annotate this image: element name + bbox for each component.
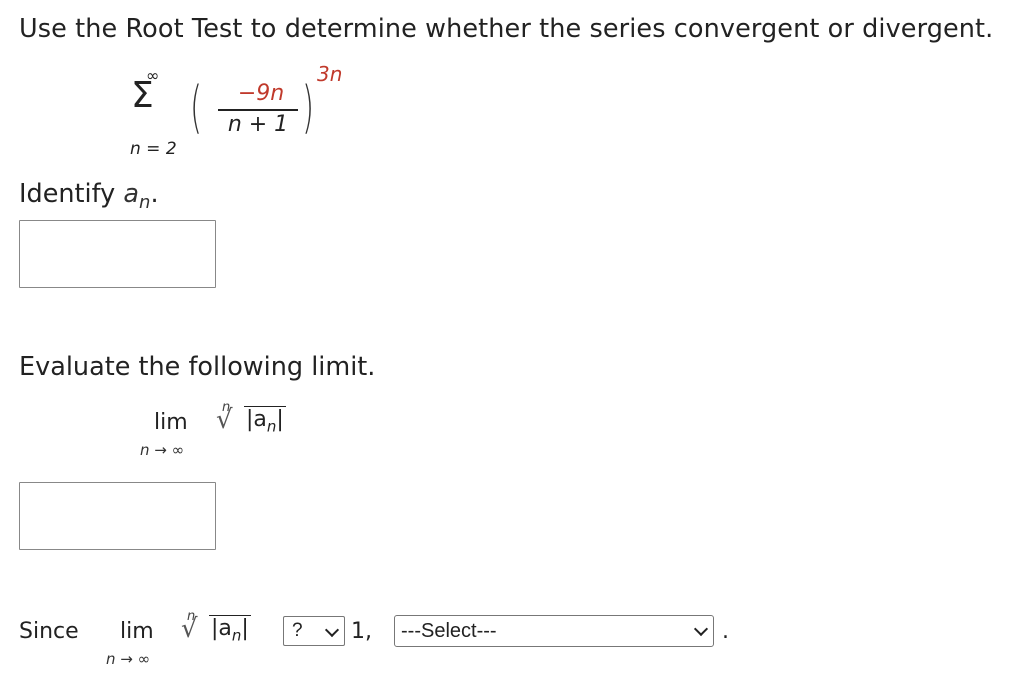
chevron-down-icon — [324, 622, 340, 638]
verdict-select-value: ---Select--- — [401, 620, 497, 642]
radical-sign: √ — [216, 405, 233, 435]
an-symbol: an — [123, 179, 151, 214]
since-radical-sign: √ — [181, 614, 198, 644]
left-paren: ( — [190, 75, 203, 140]
question-prompt: Use the Root Test to determine whether t… — [19, 14, 994, 44]
since-radicand: |an| — [209, 615, 251, 648]
series-exponent: 3n — [317, 62, 343, 86]
radicand: |an| — [244, 406, 286, 439]
since-text: Since — [19, 619, 79, 644]
since-lim-subscript: n → ∞ — [106, 650, 151, 668]
lim-text: lim — [154, 410, 188, 435]
identify-label: Identify an. — [19, 179, 159, 214]
one-text: 1, — [351, 619, 372, 644]
evaluate-label: Evaluate the following limit. — [19, 352, 376, 382]
comparison-select-value: ? — [292, 620, 303, 641]
series-fraction: −9n n + 1 — [218, 80, 298, 137]
fraction-bar — [218, 109, 298, 111]
identify-text: Identify — [19, 179, 116, 209]
chevron-down-icon — [693, 621, 709, 637]
an-answer-input[interactable] — [19, 220, 216, 288]
period-text: . — [722, 619, 729, 644]
since-lim-text: lim — [120, 619, 154, 644]
right-paren: ) — [302, 75, 315, 140]
fraction-numerator: −9n — [237, 81, 285, 106]
sigma-symbol: Σ — [131, 75, 154, 116]
fraction-denominator: n + 1 — [227, 112, 289, 137]
sum-lower-limit: n = 2 — [130, 139, 177, 159]
sum-index: n = 2 — [130, 139, 177, 159]
limit-answer-input[interactable] — [19, 482, 216, 550]
comparison-select[interactable]: ? — [283, 616, 345, 646]
lim-subscript: n → ∞ — [140, 441, 185, 459]
verdict-select[interactable]: ---Select--- — [394, 615, 714, 647]
